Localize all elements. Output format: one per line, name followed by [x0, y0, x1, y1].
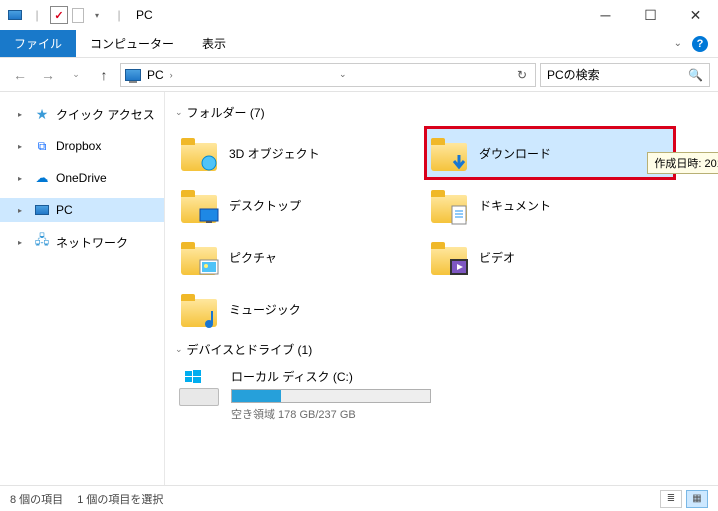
- content-area: ⌄ フォルダー (7) 3D オブジェクト ダウンロードデスクトップ ドキュメントピ…: [165, 92, 718, 485]
- folder-icon: [179, 185, 219, 225]
- search-input[interactable]: PCの検索 🔍: [540, 63, 710, 87]
- drive-item[interactable]: ローカル ディスク (C:) 空き領域 178 GB/237 GB: [175, 364, 685, 426]
- sidebar-item-quick-access[interactable]: ▸ ★ クイック アクセス: [0, 102, 164, 126]
- breadcrumb[interactable]: PC: [147, 68, 164, 82]
- drive-icon: [179, 368, 221, 406]
- folder-icon: [179, 237, 219, 277]
- folder-item-download[interactable]: ダウンロード: [425, 127, 675, 179]
- group-header-drives[interactable]: ⌄ デバイスとドライブ (1): [175, 341, 708, 358]
- sidebar-item-pc[interactable]: ▸ PC: [0, 198, 164, 222]
- folder-item-music[interactable]: ミュージック: [175, 283, 425, 335]
- ribbon: ファイル コンピューター 表示 ⌄ ?: [0, 30, 718, 58]
- refresh-button[interactable]: ↻: [513, 68, 531, 82]
- sidebar-item-label: Dropbox: [56, 139, 101, 153]
- drive-usage-bar: [231, 389, 431, 403]
- view-tiles-button[interactable]: ▦: [686, 490, 708, 508]
- status-bar: 8 個の項目 1 個の項目を選択 ≣ ▦: [0, 485, 718, 511]
- window-title: PC: [136, 8, 153, 22]
- folder-item-desktop[interactable]: デスクトップ: [175, 179, 425, 231]
- folder-label: デスクトップ: [229, 197, 301, 214]
- breadcrumb-sep-icon[interactable]: ›: [170, 70, 173, 80]
- group-header-folders[interactable]: ⌄ フォルダー (7): [175, 104, 708, 121]
- qat-dropdown-icon[interactable]: ▾: [88, 6, 106, 24]
- folder-label: ビデオ: [479, 249, 515, 266]
- forward-button[interactable]: →: [36, 63, 60, 87]
- status-item-count: 8 個の項目: [10, 491, 63, 507]
- pc-icon: [34, 202, 50, 218]
- maximize-button[interactable]: ☐: [628, 0, 673, 30]
- search-placeholder: PCの検索: [547, 66, 600, 83]
- drive-name: ローカル ディスク (C:): [231, 368, 681, 385]
- up-button[interactable]: ↑: [92, 63, 116, 87]
- star-icon: ★: [34, 106, 50, 122]
- help-icon[interactable]: ?: [692, 36, 708, 52]
- sidebar-item-dropbox[interactable]: ▸ ⧉ Dropbox: [0, 134, 164, 158]
- folder-label: ミュージック: [229, 301, 301, 318]
- tab-file[interactable]: ファイル: [0, 30, 76, 57]
- expand-icon[interactable]: ▸: [18, 110, 28, 119]
- folder-item-document[interactable]: ドキュメント: [425, 179, 675, 231]
- folder-label: ドキュメント: [479, 197, 551, 214]
- folder-item-video[interactable]: ビデオ: [425, 231, 675, 283]
- separator-icon: |: [28, 6, 46, 24]
- sidebar-item-label: OneDrive: [56, 171, 107, 185]
- pc-icon: [125, 69, 141, 81]
- recent-dropdown-icon[interactable]: ⌄: [64, 63, 88, 87]
- tab-computer[interactable]: コンピューター: [76, 30, 188, 57]
- sidebar-item-label: ネットワーク: [56, 234, 128, 251]
- minimize-button[interactable]: ─: [583, 0, 628, 30]
- address-bar[interactable]: PC › ⌄ ↻: [120, 63, 536, 87]
- status-selection: 1 個の項目を選択: [77, 491, 163, 507]
- expand-icon[interactable]: ▸: [18, 174, 28, 183]
- drive-space-text: 空き領域 178 GB/237 GB: [231, 406, 681, 422]
- pc-icon: [6, 6, 24, 24]
- address-dropdown-icon[interactable]: ⌄: [339, 69, 347, 80]
- sidebar-item-network[interactable]: ▸ 🖧 ネットワーク: [0, 230, 164, 254]
- sidebar-item-label: クイック アクセス: [56, 106, 155, 123]
- back-button[interactable]: ←: [8, 63, 32, 87]
- folder-icon: [429, 237, 469, 277]
- tab-view[interactable]: 表示: [188, 30, 240, 57]
- onedrive-icon: ☁: [34, 170, 50, 186]
- close-button[interactable]: ✕: [673, 0, 718, 30]
- network-icon: 🖧: [34, 234, 50, 250]
- group-title: デバイスとドライブ (1): [187, 341, 313, 358]
- dropbox-icon: ⧉: [34, 138, 50, 154]
- folder-label: ダウンロード: [479, 145, 551, 162]
- qat-doc-icon[interactable]: [72, 8, 84, 23]
- folder-label: 3D オブジェクト: [229, 145, 320, 162]
- folder-icon: [179, 289, 219, 329]
- qat-properties-checkbox[interactable]: ✓: [50, 6, 68, 24]
- tooltip: 作成日時: 2019: [647, 152, 718, 174]
- group-title: フォルダー (7): [187, 104, 265, 121]
- expand-icon[interactable]: ▸: [18, 206, 28, 215]
- collapse-icon[interactable]: ⌄: [175, 344, 183, 355]
- folder-icon: [429, 133, 469, 173]
- expand-icon[interactable]: ▸: [18, 238, 28, 247]
- collapse-icon[interactable]: ⌄: [175, 107, 183, 118]
- folder-icon: [429, 185, 469, 225]
- nav-row: ← → ⌄ ↑ PC › ⌄ ↻ PCの検索 🔍: [0, 58, 718, 92]
- folder-item-3d[interactable]: 3D オブジェクト: [175, 127, 425, 179]
- expand-icon[interactable]: ▸: [18, 142, 28, 151]
- sidebar-item-label: PC: [56, 203, 73, 217]
- ribbon-collapse-icon[interactable]: ⌄: [674, 38, 682, 49]
- folder-icon: [179, 133, 219, 173]
- separator-icon: |: [110, 6, 128, 24]
- navigation-pane: ▸ ★ クイック アクセス ▸ ⧉ Dropbox ▸ ☁ OneDrive ▸…: [0, 92, 165, 485]
- folder-label: ピクチャ: [229, 249, 277, 266]
- title-bar: | ✓ ▾ | PC ─ ☐ ✕: [0, 0, 718, 30]
- view-details-button[interactable]: ≣: [660, 490, 682, 508]
- folder-item-picture[interactable]: ピクチャ: [175, 231, 425, 283]
- search-icon[interactable]: 🔍: [688, 68, 703, 82]
- sidebar-item-onedrive[interactable]: ▸ ☁ OneDrive: [0, 166, 164, 190]
